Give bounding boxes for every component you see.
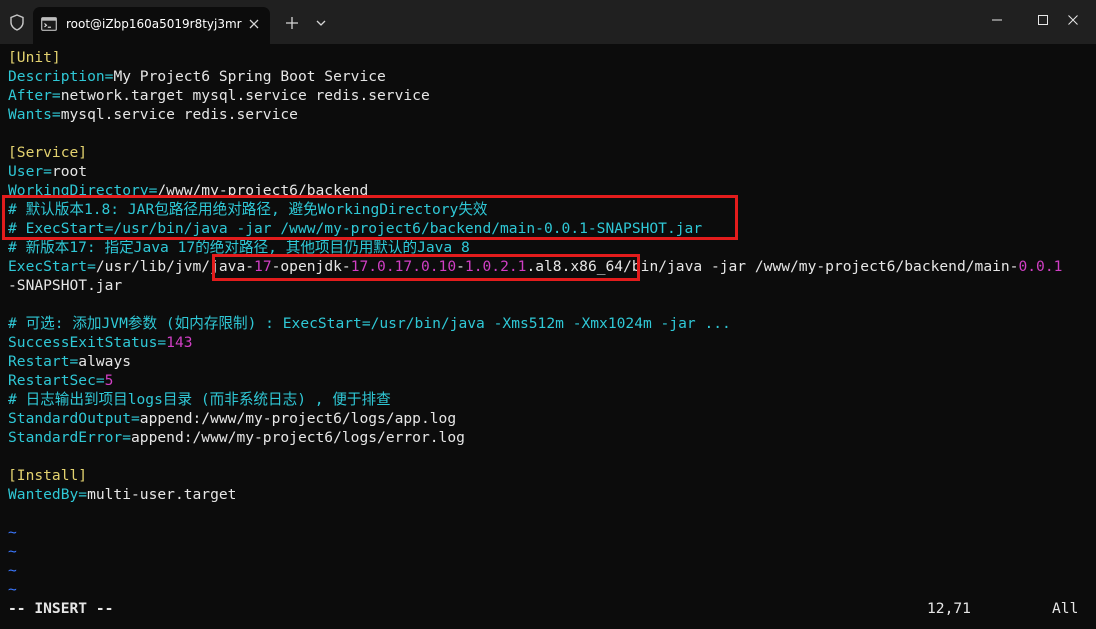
- editor-line: [Service]: [8, 144, 88, 161]
- terminal-icon: [41, 17, 57, 31]
- config-key: ExecStart=: [8, 258, 96, 275]
- config-value: multi-user.target: [87, 486, 237, 503]
- number-token: 17: [254, 258, 272, 275]
- config-value: network.target mysql.service redis.servi…: [60, 87, 430, 104]
- config-key: User=: [8, 163, 52, 180]
- editor-line: ExecStart=/usr/lib/jvm/java-17-openjdk-1…: [8, 257, 1062, 276]
- config-key: StandardOutput=: [8, 410, 140, 427]
- config-value: .al8.x86_64/bin/java -jar /www/my-projec…: [526, 258, 1019, 275]
- config-value: root: [51, 163, 88, 180]
- cursor-position: 12,71: [927, 600, 971, 617]
- editor-line: After=network.target mysql.service redis…: [8, 86, 430, 105]
- config-value: append:/www/my-project6/logs/error.log: [131, 429, 465, 446]
- number-token: 5: [104, 372, 114, 389]
- config-key: Wants=: [8, 106, 61, 123]
- config-value: append:/www/my-project6/logs/app.log: [139, 410, 457, 427]
- editor-line: User=root: [8, 162, 87, 181]
- config-key: Description=: [8, 68, 114, 85]
- empty-line-marker: ~: [8, 581, 17, 598]
- empty-line-marker: ~: [8, 543, 17, 560]
- editor-line: Restart=always: [8, 352, 131, 371]
- maximize-icon: [1038, 15, 1048, 25]
- config-key: RestartSec=: [8, 372, 105, 389]
- editor-line: [Unit]: [8, 49, 61, 66]
- close-icon: [1068, 15, 1078, 25]
- empty-line-marker: ~: [8, 562, 17, 579]
- config-value: always: [78, 353, 132, 370]
- title-bar: root@iZbp160a5019r8tyj3mr3:: [0, 0, 1096, 44]
- scroll-indicator: All: [1052, 600, 1079, 617]
- editor-line: Wants=mysql.service redis.service: [8, 105, 298, 124]
- comment-line: # ExecStart=/usr/bin/java -jar /www/my-p…: [8, 220, 703, 237]
- editor-line: StandardError=append:/www/my-project6/lo…: [8, 428, 465, 447]
- comment-line: # 默认版本1.8: JAR包路径用绝对路径, 避免WorkingDirecto…: [8, 201, 488, 218]
- comment-line: # 日志输出到项目logs目录 (而非系统日志) , 便于排查: [8, 391, 391, 408]
- config-key: Restart=: [8, 353, 79, 370]
- editor-line: StandardOutput=append:/www/my-project6/l…: [8, 409, 456, 428]
- chevron-down-icon[interactable]: [313, 15, 329, 31]
- number-token: 143: [166, 334, 193, 351]
- config-value: -: [456, 258, 465, 275]
- empty-line-marker: ~: [8, 524, 17, 541]
- config-value: -openjdk-: [271, 258, 351, 275]
- editor-line: SuccessExitStatus=143: [8, 333, 193, 352]
- shield-icon[interactable]: [9, 14, 25, 31]
- editor-line: RestartSec=5: [8, 371, 113, 390]
- editor-line: [Install]: [8, 467, 88, 484]
- minimize-icon: [992, 19, 1002, 21]
- config-value: mysql.service redis.service: [60, 106, 298, 123]
- number-token: 17.0.17.0.10: [350, 258, 457, 275]
- config-value: /usr/lib/jvm/java-: [95, 258, 255, 275]
- editor-line: WantedBy=multi-user.target: [8, 485, 236, 504]
- number-token: 1.0.2.1: [464, 258, 527, 275]
- window-close-button[interactable]: [1050, 0, 1096, 40]
- config-value: /www/my-project6/backend: [157, 182, 369, 199]
- config-key: WorkingDirectory=: [8, 182, 158, 199]
- comment-line: # 新版本17: 指定Java 17的绝对路径, 其他项目仍用默认的Java 8: [8, 239, 470, 256]
- number-token: 0.0.1: [1018, 258, 1063, 275]
- editor-line: -SNAPSHOT.jar: [8, 277, 123, 294]
- config-key: WantedBy=: [8, 486, 88, 503]
- config-key: SuccessExitStatus=: [8, 334, 167, 351]
- minimize-button[interactable]: [974, 0, 1020, 40]
- config-value: My Project6 Spring Boot Service: [113, 68, 386, 85]
- close-icon[interactable]: [247, 17, 261, 31]
- comment-line: # 可选: 添加JVM参数 (如内存限制) : ExecStart=/usr/b…: [8, 315, 731, 332]
- config-key: StandardError=: [8, 429, 132, 446]
- tab-title: root@iZbp160a5019r8tyj3mr3:: [66, 17, 242, 31]
- config-key: After=: [8, 87, 61, 104]
- vim-mode-indicator: -- INSERT --: [8, 600, 114, 617]
- editor-line: Description=My Project6 Spring Boot Serv…: [8, 67, 386, 86]
- tab-terminal[interactable]: root@iZbp160a5019r8tyj3mr3:: [33, 7, 270, 44]
- plus-icon[interactable]: [283, 14, 301, 32]
- terminal-pane[interactable]: [Unit] Description=My Project6 Spring Bo…: [0, 44, 1096, 629]
- editor-line: WorkingDirectory=/www/my-project6/backen…: [8, 181, 368, 200]
